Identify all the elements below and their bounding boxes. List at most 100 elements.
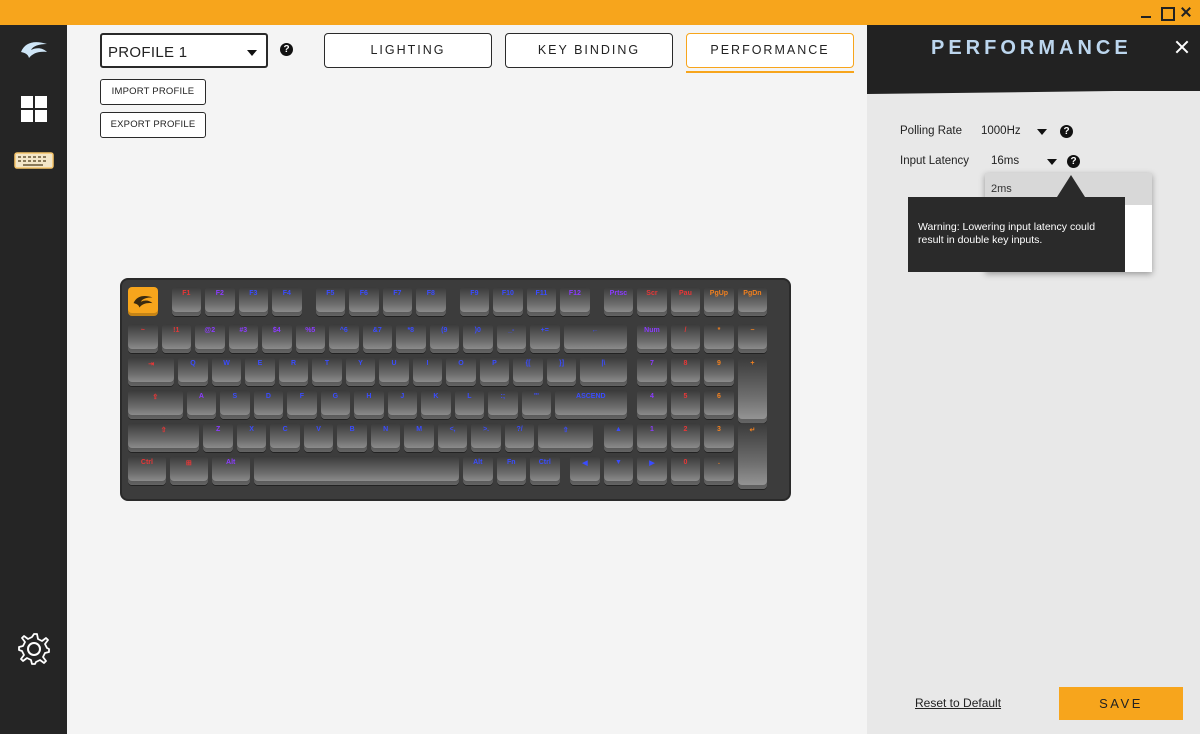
key[interactable]: +=: [530, 323, 560, 353]
key[interactable]: M: [404, 422, 434, 452]
key[interactable]: ↵: [737, 422, 768, 489]
key[interactable]: F6: [349, 287, 379, 316]
key[interactable]: [253, 455, 459, 485]
key[interactable]: (9: [429, 323, 459, 353]
key[interactable]: ⊞: [169, 455, 208, 485]
polling-rate-select[interactable]: 1000Hz: [981, 125, 1021, 137]
key[interactable]: Num: [637, 323, 667, 353]
key[interactable]: )0: [463, 323, 493, 353]
key[interactable]: PgUp: [704, 287, 734, 316]
key[interactable]: *: [704, 323, 734, 353]
key[interactable]: Alt: [211, 455, 250, 485]
key[interactable]: B: [337, 422, 367, 452]
key[interactable]: 3: [704, 422, 734, 452]
key[interactable]: ⇧: [538, 422, 593, 452]
key[interactable]: F12: [560, 287, 590, 316]
key[interactable]: G: [320, 389, 351, 419]
key[interactable]: ?/: [504, 422, 535, 452]
key[interactable]: PgDn: [737, 287, 768, 316]
key[interactable]: F9: [459, 287, 490, 316]
key[interactable]: Q: [178, 356, 208, 386]
profile-select[interactable]: PROFILE 1: [100, 33, 268, 68]
key[interactable]: 9: [704, 356, 734, 386]
tab-key-binding[interactable]: KEY BINDING: [505, 33, 673, 68]
key[interactable]: F: [287, 389, 317, 419]
key[interactable]: Alt: [463, 455, 493, 485]
key[interactable]: F11: [526, 287, 557, 316]
key[interactable]: T: [312, 356, 342, 386]
key[interactable]: F10: [493, 287, 523, 316]
key[interactable]: K: [421, 389, 451, 419]
key[interactable]: Scr: [637, 287, 667, 316]
save-button[interactable]: SAVE: [1059, 687, 1183, 720]
key[interactable]: −: [737, 323, 768, 353]
key[interactable]: E: [245, 356, 275, 386]
key[interactable]: ⇧: [128, 422, 200, 452]
key[interactable]: F5: [315, 287, 346, 316]
key[interactable]: N: [370, 422, 401, 452]
help-icon[interactable]: ?: [1067, 155, 1080, 168]
key[interactable]: 8: [670, 356, 701, 386]
key[interactable]: ▲: [603, 422, 634, 452]
key[interactable]: 4: [637, 389, 667, 419]
key[interactable]: H: [354, 389, 384, 419]
key[interactable]: !1: [161, 323, 191, 353]
key[interactable]: Ctrl: [530, 455, 560, 485]
key[interactable]: D: [253, 389, 284, 419]
key[interactable]: 0: [670, 455, 701, 485]
reset-to-default-link[interactable]: Reset to Default: [915, 696, 1001, 710]
gear-icon[interactable]: [12, 627, 56, 671]
help-icon[interactable]: ?: [280, 43, 293, 56]
key[interactable]: ASCEND: [555, 389, 627, 419]
minimize-icon[interactable]: [1138, 4, 1154, 20]
key[interactable]: @2: [195, 323, 225, 353]
key[interactable]: Pau: [670, 287, 701, 316]
maximize-icon[interactable]: [1158, 4, 1175, 21]
key[interactable]: 7: [637, 356, 667, 386]
key[interactable]: F3: [238, 287, 269, 316]
key[interactable]: %5: [295, 323, 325, 353]
chevron-down-icon[interactable]: [1047, 159, 1057, 165]
key[interactable]: ▶: [637, 455, 667, 485]
key[interactable]: J: [387, 389, 418, 419]
key[interactable]: F2: [205, 287, 235, 316]
key[interactable]: &7: [362, 323, 392, 353]
key[interactable]: "': [521, 389, 552, 419]
key[interactable]: O: [446, 356, 476, 386]
key[interactable]: |\: [580, 356, 627, 386]
input-latency-select[interactable]: 16ms: [991, 155, 1019, 167]
key[interactable]: _-: [496, 323, 526, 353]
key[interactable]: P: [479, 356, 510, 386]
glorious-logo-icon[interactable]: [12, 27, 56, 71]
key[interactable]: ◀: [570, 455, 600, 485]
key[interactable]: Y: [345, 356, 376, 386]
key[interactable]: $4: [262, 323, 292, 353]
key[interactable]: #3: [228, 323, 258, 353]
key[interactable]: ⇥: [128, 356, 175, 386]
key[interactable]: /: [670, 323, 701, 353]
key[interactable]: R: [278, 356, 309, 386]
key[interactable]: V: [303, 422, 334, 452]
key[interactable]: U: [379, 356, 409, 386]
key[interactable]: Prtsc: [603, 287, 634, 316]
import-profile-button[interactable]: IMPORT PROFILE: [100, 79, 206, 105]
keyboard-logo-key[interactable]: [128, 287, 158, 316]
close-window-icon[interactable]: [1178, 4, 1194, 20]
key[interactable]: ~: [128, 323, 158, 353]
key[interactable]: <,: [437, 422, 468, 452]
key[interactable]: I: [412, 356, 443, 386]
key[interactable]: .: [704, 455, 734, 485]
key[interactable]: Ctrl: [128, 455, 166, 485]
grid-icon[interactable]: [12, 87, 56, 131]
key[interactable]: ▼: [603, 455, 634, 485]
key[interactable]: A: [186, 389, 217, 419]
tab-performance[interactable]: PERFORMANCE: [686, 33, 854, 68]
key[interactable]: 1: [637, 422, 667, 452]
key[interactable]: F4: [272, 287, 302, 316]
key[interactable]: }]: [546, 356, 577, 386]
key[interactable]: X: [236, 422, 267, 452]
key[interactable]: ←: [563, 323, 627, 353]
key[interactable]: >.: [471, 422, 501, 452]
key[interactable]: C: [270, 422, 300, 452]
key[interactable]: :;: [488, 389, 518, 419]
